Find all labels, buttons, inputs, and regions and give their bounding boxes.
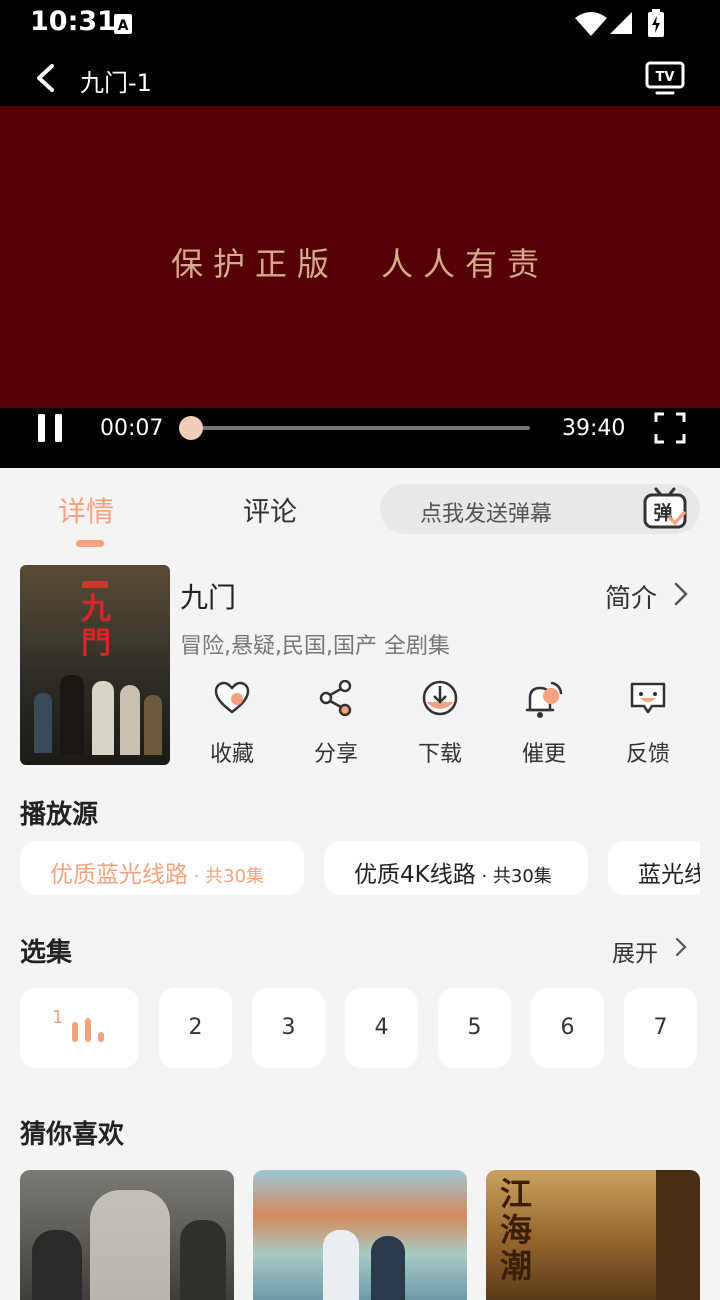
episode-number: 1 — [52, 1007, 64, 1028]
tab-detail[interactable]: 详情 — [58, 490, 114, 530]
source-item-4k[interactable]: 优质4K线路 · 共30集 — [324, 841, 588, 895]
notification-a-icon: A — [114, 14, 132, 34]
episode-number: 3 — [281, 1015, 296, 1040]
status-time: 10:31 — [30, 6, 116, 37]
heart-icon — [214, 681, 250, 714]
episode-item-3[interactable]: 3 — [252, 988, 325, 1068]
episode-item-6[interactable]: 6 — [531, 988, 604, 1068]
danmu-icon[interactable]: 弹 — [642, 486, 688, 532]
download-label: 下载 — [417, 742, 462, 767]
back-icon[interactable] — [32, 63, 58, 93]
episode-item-2[interactable]: 2 — [159, 988, 232, 1068]
source-count: · 共30集 — [188, 866, 265, 887]
progress-track[interactable] — [186, 426, 530, 430]
poster-title: 九門 — [81, 592, 111, 661]
player-controls: 00:07 39:40 — [0, 408, 720, 468]
episode-number: 5 — [467, 1015, 482, 1040]
share-label: 分享 — [313, 742, 358, 767]
signal-icon — [610, 12, 632, 34]
remind-update-label: 催更 — [521, 742, 566, 767]
recommend-figure — [32, 1230, 82, 1300]
tv-cast-icon[interactable]: TV — [644, 60, 686, 96]
favorite-label: 收藏 — [209, 742, 254, 767]
show-title: 九门 — [180, 581, 237, 614]
page-title: 九门-1 — [80, 69, 152, 97]
episodes-title: 选集 — [20, 938, 73, 968]
show-tags: 冒险,悬疑,民国,国产 全剧集 — [180, 634, 450, 659]
poster-figure — [34, 693, 52, 753]
status-bar: 10:31 A — [0, 0, 720, 48]
recommend-title: 猜你喜欢 — [20, 1120, 125, 1150]
share-icon — [319, 680, 352, 716]
total-time: 39:40 — [562, 416, 626, 441]
svg-text:TV: TV — [656, 70, 675, 85]
recommend-card-3[interactable]: 江海潮 — [486, 1170, 700, 1300]
source-count: · 共30集 — [475, 866, 552, 887]
episode-number: 6 — [560, 1015, 575, 1040]
video-player[interactable]: 保护正版 人人有责 — [0, 106, 720, 408]
playing-indicator-icon — [72, 1018, 104, 1042]
fullscreen-icon[interactable] — [654, 412, 686, 444]
video-slogan: 保护正版 人人有责 — [170, 245, 549, 283]
poster-figure — [60, 675, 84, 755]
danmu-placeholder: 点我发送弹幕 — [420, 502, 553, 527]
feedback-icon — [630, 682, 666, 714]
recommend-card-2[interactable] — [253, 1170, 467, 1300]
episode-item-4[interactable]: 4 — [345, 988, 418, 1068]
poster-figure — [92, 681, 114, 755]
bell-icon — [525, 681, 563, 718]
poster-figure — [120, 685, 140, 755]
recommend-figure — [371, 1236, 405, 1300]
wifi-icon — [575, 12, 607, 36]
recommend-ship — [656, 1170, 700, 1300]
tab-indicator — [76, 540, 104, 547]
episode-item-5[interactable]: 5 — [438, 988, 511, 1068]
episode-item-7[interactable]: 7 — [624, 988, 697, 1068]
show-poster[interactable]: 九門 — [20, 565, 170, 765]
poster-figure — [144, 695, 162, 755]
feedback-label: 反馈 — [625, 742, 670, 767]
intro-link[interactable]: 简介 — [605, 578, 657, 615]
pause-icon[interactable] — [36, 413, 64, 443]
expand-link[interactable]: 展开 — [612, 934, 658, 968]
episode-number: 4 — [374, 1015, 389, 1040]
sources-title: 播放源 — [20, 800, 99, 830]
top-bar: 九门-1 TV — [0, 48, 720, 106]
source-item-bluray[interactable]: 优质蓝光线路 · 共30集 — [20, 841, 304, 895]
danmu-input[interactable]: 点我发送弹幕 弹 — [380, 484, 700, 534]
danmu-icon-text: 弹 — [653, 501, 672, 524]
source-name: 优质4K线路 — [354, 862, 476, 888]
current-time: 00:07 — [100, 416, 164, 441]
download-icon — [422, 680, 458, 716]
recommend-card-1[interactable] — [20, 1170, 234, 1300]
chevron-right-icon[interactable] — [672, 582, 690, 606]
recommend-poster-title: 江海潮 — [500, 1175, 533, 1285]
episode-item-1[interactable]: 1 — [20, 988, 139, 1068]
episode-number: 2 — [188, 1015, 203, 1040]
chevron-right-icon[interactable] — [674, 937, 688, 957]
svg-text:A: A — [118, 18, 129, 34]
tab-comments[interactable]: 评论 — [243, 490, 297, 529]
progress-thumb[interactable] — [179, 416, 204, 440]
recommend-figure — [180, 1220, 226, 1300]
recommend-figure — [90, 1190, 170, 1300]
poster-badge — [82, 581, 108, 588]
battery-charging-icon — [648, 9, 664, 37]
recommend-figure — [323, 1230, 359, 1300]
episode-number: 7 — [653, 1015, 668, 1040]
source-item-bluray-2[interactable]: 蓝光线 — [608, 841, 700, 895]
source-name: 蓝光线 — [638, 862, 700, 888]
source-name: 优质蓝光线路 — [50, 862, 188, 888]
